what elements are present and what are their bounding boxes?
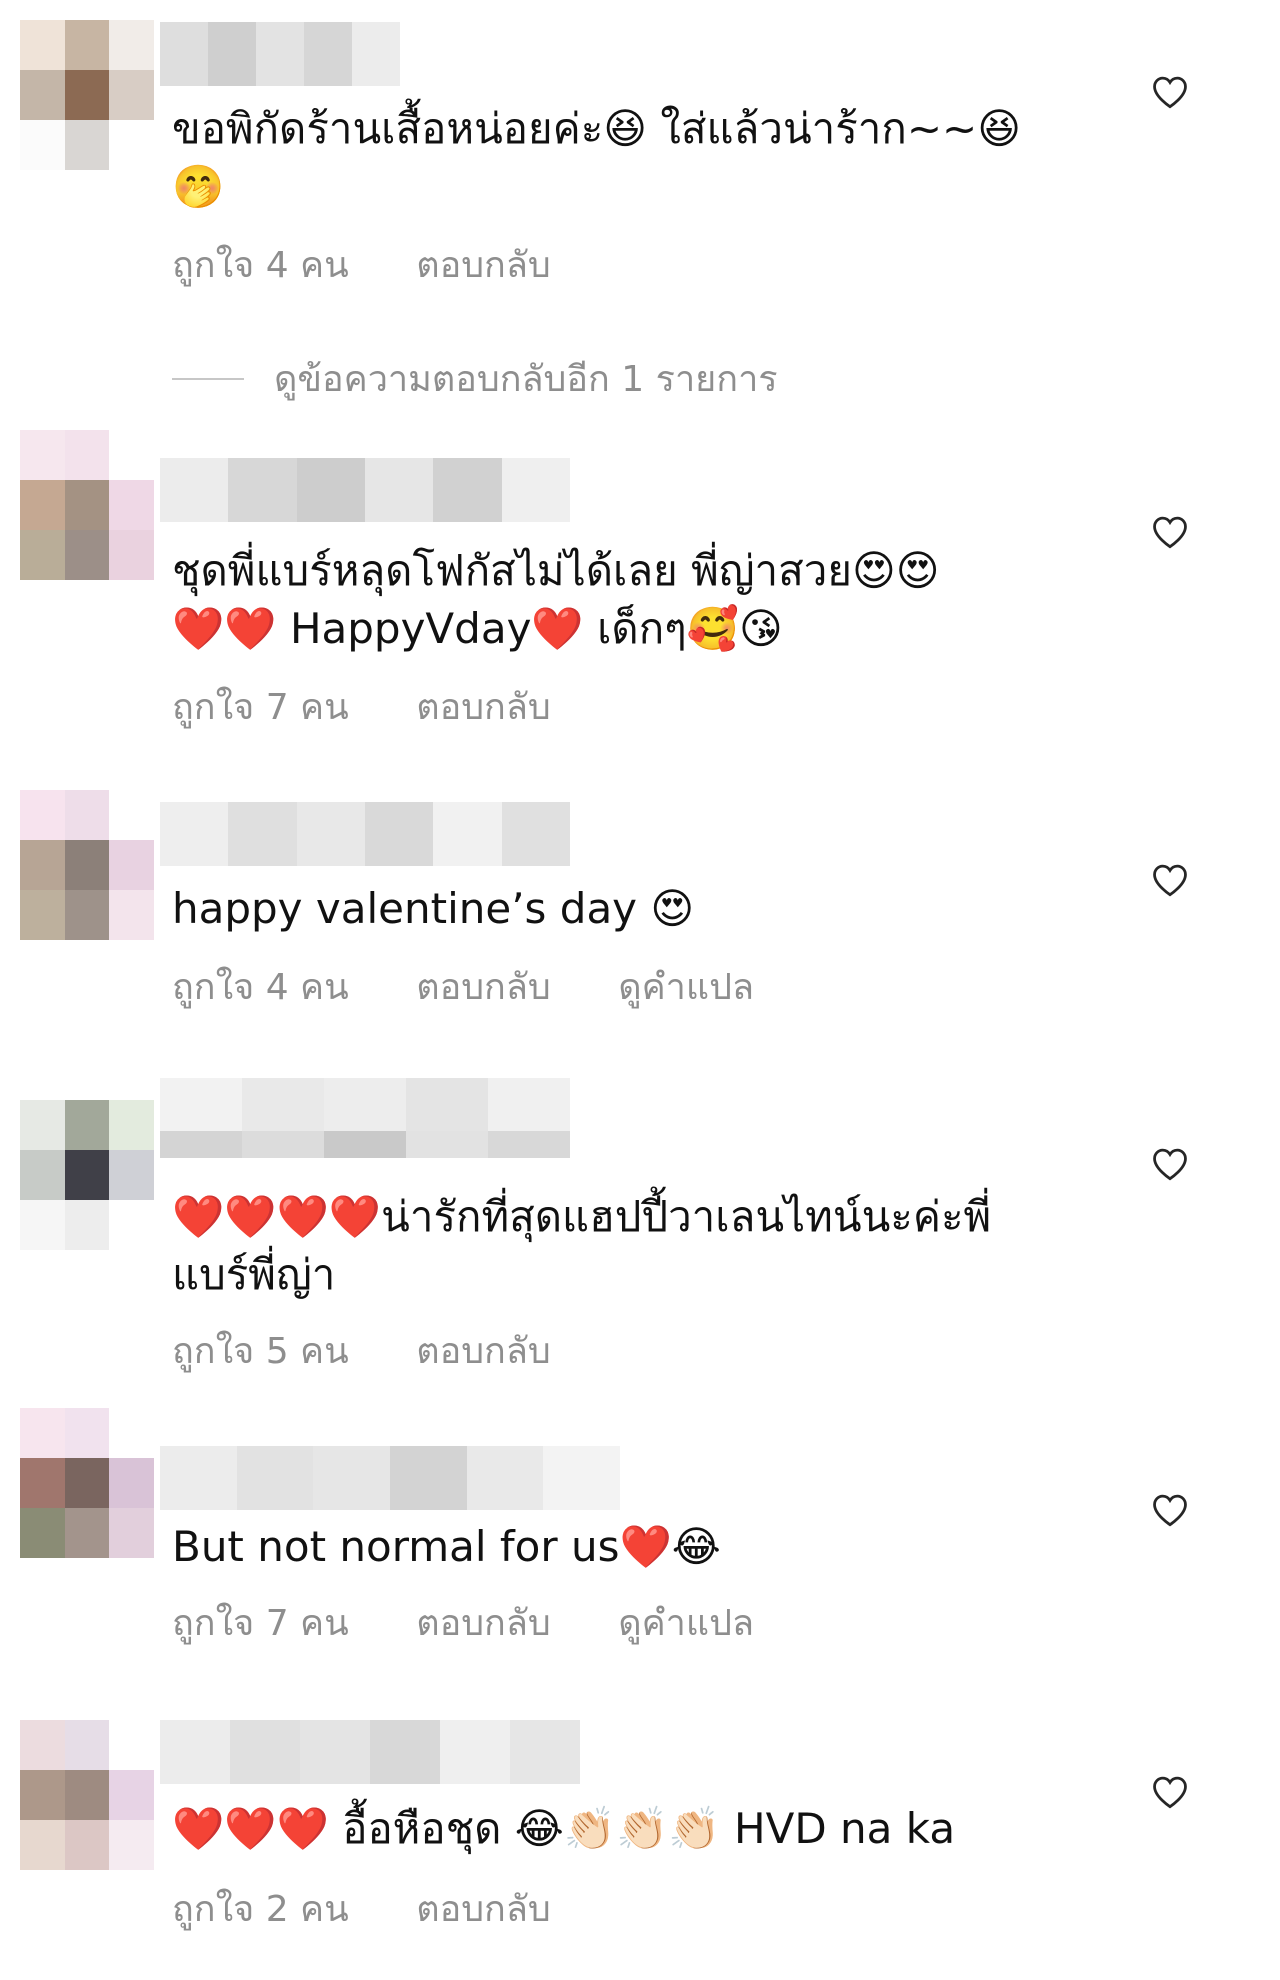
avatar[interactable] (20, 20, 154, 170)
reply-button[interactable]: ตอบกลับ (416, 1331, 551, 1372)
like-button[interactable] (1148, 1142, 1192, 1186)
heart-outline-icon (1153, 1148, 1187, 1181)
like-button[interactable] (1148, 510, 1192, 554)
comment-text-line-2: ❤️❤️ HappyVday❤️ เด็กๆ🥰😘 (172, 604, 783, 653)
reply-button[interactable]: ตอบกลับ (416, 245, 551, 286)
likes-count[interactable]: ถูกใจ 7 คน (172, 687, 349, 728)
comment-text-line-2: 🤭 (172, 162, 225, 211)
reply-button[interactable]: ตอบกลับ (416, 1603, 551, 1644)
heart-outline-icon (1153, 76, 1187, 109)
likes-count[interactable]: ถูกใจ 2 คน (172, 1889, 349, 1930)
avatar[interactable] (20, 1408, 154, 1558)
username-blur-top (160, 1078, 570, 1132)
comment-text: But not normal for us❤️😂 (172, 1518, 1072, 1576)
comment-text-line-1: ขอพิกัดร้านเสื้อหน่อยค่ะ😆 ใส่แล้วน่าร้าก… (172, 104, 1021, 153)
comment-text: ❤️❤️❤️❤️น่ารักที่สุดแฮปปี้วาเลนไทน์นะค่ะ… (172, 1188, 1072, 1304)
comment-meta: ถูกใจ 4 คน ตอบกลับ ดูคำแปล (172, 958, 810, 1015)
likes-count[interactable]: ถูกใจ 7 คน (172, 1603, 349, 1644)
view-replies-label: ดูข้อความตอบกลับอีก 1 รายการ (274, 359, 778, 400)
heart-outline-icon (1153, 864, 1187, 897)
comment-meta: ถูกใจ 2 คน ตอบกลับ (172, 1880, 607, 1937)
view-replies-button[interactable]: ดูข้อความตอบกลับอีก 1 รายการ (172, 350, 778, 407)
reply-button[interactable]: ตอบกลับ (416, 1889, 551, 1930)
comment-text: ขอพิกัดร้านเสื้อหน่อยค่ะ😆 ใส่แล้วน่าร้าก… (172, 100, 1072, 216)
avatar[interactable] (20, 790, 154, 940)
comment-text-line-1: happy valentine’s day 😍 (172, 884, 695, 933)
comment-text-line-2: แบร์พี่ญ่า (172, 1250, 336, 1299)
username-blurred[interactable] (160, 802, 570, 866)
like-button[interactable] (1148, 858, 1192, 902)
likes-count[interactable]: ถูกใจ 4 คน (172, 245, 349, 286)
heart-outline-icon (1153, 516, 1187, 549)
replies-divider-line (172, 377, 244, 380)
comment-meta: ถูกใจ 7 คน ตอบกลับ (172, 678, 607, 735)
comment-meta: ถูกใจ 4 คน ตอบกลับ (172, 236, 607, 293)
username-blurred[interactable] (160, 1720, 580, 1784)
comment-text-line-1: ❤️❤️❤️ อื้อหือชุด 😂👏🏻👏🏻👏🏻 HVD na ka (172, 1804, 956, 1853)
translate-button[interactable]: ดูคำแปล (618, 967, 754, 1008)
avatar[interactable] (20, 1100, 154, 1250)
comment-text-line-1: But not normal for us❤️😂 (172, 1522, 721, 1571)
like-button[interactable] (1148, 70, 1192, 114)
username-blurred[interactable] (160, 458, 570, 522)
reply-button[interactable]: ตอบกลับ (416, 687, 551, 728)
username-blurred[interactable] (160, 22, 400, 86)
username-blurred[interactable] (160, 1446, 620, 1510)
comment-text: happy valentine’s day 😍 (172, 880, 1072, 938)
comment-text: ❤️❤️❤️ อื้อหือชุด 😂👏🏻👏🏻👏🏻 HVD na ka (172, 1800, 1072, 1858)
likes-count[interactable]: ถูกใจ 5 คน (172, 1331, 349, 1372)
comment-text: ชุดพี่แบร์หลุดโฟกัสไม่ได้เลย พี่ญ่าสวย😍😍… (172, 542, 1072, 658)
username-blurred[interactable] (160, 1078, 570, 1158)
heart-outline-icon (1153, 1776, 1187, 1809)
comment-text-line-1: ชุดพี่แบร์หลุดโฟกัสไม่ได้เลย พี่ญ่าสวย😍😍 (172, 546, 940, 595)
translate-button[interactable]: ดูคำแปล (618, 1603, 754, 1644)
likes-count[interactable]: ถูกใจ 4 คน (172, 967, 349, 1008)
comment-meta: ถูกใจ 5 คน ตอบกลับ (172, 1322, 607, 1379)
heart-outline-icon (1153, 1494, 1187, 1527)
avatar[interactable] (20, 1720, 154, 1870)
comment-text-line-1: ❤️❤️❤️❤️น่ารักที่สุดแฮปปี้วาเลนไทน์นะค่ะ… (172, 1192, 992, 1241)
comment-meta: ถูกใจ 7 คน ตอบกลับ ดูคำแปล (172, 1594, 810, 1651)
like-button[interactable] (1148, 1770, 1192, 1814)
avatar[interactable] (20, 430, 154, 580)
reply-button[interactable]: ตอบกลับ (416, 967, 551, 1008)
like-button[interactable] (1148, 1488, 1192, 1532)
username-blur-bottom (160, 1131, 570, 1158)
